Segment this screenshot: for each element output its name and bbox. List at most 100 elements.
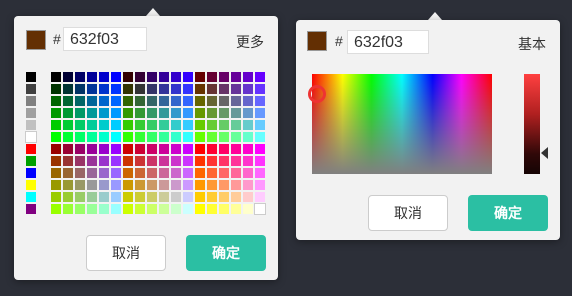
- palette-color-swatch[interactable]: [171, 84, 181, 94]
- palette-color-swatch[interactable]: [255, 132, 265, 142]
- palette-color-swatch[interactable]: [75, 156, 85, 166]
- palette-color-swatch[interactable]: [207, 120, 217, 130]
- palette-color-swatch[interactable]: [255, 84, 265, 94]
- palette-color-swatch[interactable]: [63, 120, 73, 130]
- palette-color-swatch[interactable]: [99, 132, 109, 142]
- palette-color-swatch[interactable]: [183, 156, 193, 166]
- spectrum-picker-handle[interactable]: [308, 85, 326, 103]
- palette-color-swatch[interactable]: [51, 180, 61, 190]
- palette-color-swatch[interactable]: [231, 180, 241, 190]
- palette-color-swatch[interactable]: [159, 108, 169, 118]
- palette-color-swatch[interactable]: [243, 72, 253, 82]
- palette-color-swatch[interactable]: [219, 192, 229, 202]
- basic-color-swatch[interactable]: [26, 168, 36, 178]
- palette-color-swatch[interactable]: [195, 192, 205, 202]
- palette-color-swatch[interactable]: [255, 144, 265, 154]
- palette-color-swatch[interactable]: [87, 120, 97, 130]
- basic-color-swatch[interactable]: [26, 192, 36, 202]
- palette-color-swatch[interactable]: [99, 96, 109, 106]
- palette-color-swatch[interactable]: [123, 72, 133, 82]
- palette-color-swatch[interactable]: [243, 156, 253, 166]
- palette-color-swatch[interactable]: [111, 180, 121, 190]
- palette-color-swatch[interactable]: [195, 108, 205, 118]
- palette-color-swatch[interactable]: [87, 96, 97, 106]
- palette-color-swatch[interactable]: [75, 72, 85, 82]
- palette-color-swatch[interactable]: [219, 180, 229, 190]
- palette-color-swatch[interactable]: [123, 180, 133, 190]
- palette-color-swatch[interactable]: [87, 108, 97, 118]
- palette-color-swatch[interactable]: [159, 72, 169, 82]
- palette-color-swatch[interactable]: [63, 144, 73, 154]
- right-cancel-button[interactable]: 取消: [368, 195, 448, 231]
- palette-color-swatch[interactable]: [87, 156, 97, 166]
- palette-color-swatch[interactable]: [195, 180, 205, 190]
- right-ok-button[interactable]: 确定: [468, 195, 548, 231]
- palette-color-swatch[interactable]: [159, 132, 169, 142]
- palette-color-swatch[interactable]: [159, 96, 169, 106]
- palette-color-swatch[interactable]: [207, 192, 217, 202]
- palette-color-swatch[interactable]: [147, 180, 157, 190]
- palette-color-swatch[interactable]: [207, 72, 217, 82]
- palette-color-swatch[interactable]: [195, 156, 205, 166]
- palette-color-swatch[interactable]: [231, 168, 241, 178]
- palette-color-swatch[interactable]: [147, 156, 157, 166]
- palette-color-swatch[interactable]: [51, 156, 61, 166]
- palette-color-swatch[interactable]: [75, 96, 85, 106]
- palette-color-swatch[interactable]: [147, 204, 157, 214]
- palette-color-swatch[interactable]: [147, 132, 157, 142]
- palette-color-swatch[interactable]: [231, 84, 241, 94]
- palette-color-swatch[interactable]: [207, 108, 217, 118]
- palette-color-swatch[interactable]: [99, 204, 109, 214]
- palette-color-swatch[interactable]: [63, 132, 73, 142]
- palette-color-swatch[interactable]: [243, 108, 253, 118]
- palette-color-swatch[interactable]: [99, 168, 109, 178]
- palette-color-swatch[interactable]: [195, 144, 205, 154]
- palette-color-swatch[interactable]: [183, 120, 193, 130]
- palette-color-swatch[interactable]: [135, 120, 145, 130]
- palette-color-swatch[interactable]: [219, 84, 229, 94]
- palette-color-swatch[interactable]: [135, 108, 145, 118]
- palette-color-swatch[interactable]: [171, 108, 181, 118]
- palette-color-swatch[interactable]: [195, 132, 205, 142]
- palette-color-swatch[interactable]: [135, 180, 145, 190]
- palette-color-swatch[interactable]: [207, 156, 217, 166]
- palette-color-swatch[interactable]: [51, 108, 61, 118]
- palette-color-swatch[interactable]: [183, 204, 193, 214]
- palette-color-swatch[interactable]: [51, 144, 61, 154]
- palette-color-swatch[interactable]: [207, 96, 217, 106]
- palette-color-swatch[interactable]: [51, 204, 61, 214]
- palette-color-swatch[interactable]: [171, 168, 181, 178]
- palette-color-swatch[interactable]: [75, 180, 85, 190]
- palette-color-swatch[interactable]: [123, 168, 133, 178]
- palette-color-swatch[interactable]: [219, 168, 229, 178]
- palette-color-swatch[interactable]: [171, 192, 181, 202]
- basic-color-swatch[interactable]: [26, 180, 36, 190]
- palette-color-swatch[interactable]: [75, 192, 85, 202]
- palette-color-swatch[interactable]: [87, 192, 97, 202]
- palette-color-swatch[interactable]: [243, 84, 253, 94]
- palette-color-swatch[interactable]: [219, 144, 229, 154]
- palette-color-swatch[interactable]: [171, 96, 181, 106]
- palette-color-swatch[interactable]: [147, 84, 157, 94]
- palette-color-swatch[interactable]: [255, 108, 265, 118]
- palette-color-swatch[interactable]: [243, 96, 253, 106]
- palette-color-swatch[interactable]: [243, 132, 253, 142]
- left-more-colors-toggle[interactable]: 更多: [236, 32, 264, 52]
- palette-color-swatch[interactable]: [63, 168, 73, 178]
- palette-color-swatch[interactable]: [147, 96, 157, 106]
- palette-color-swatch[interactable]: [159, 192, 169, 202]
- palette-color-swatch[interactable]: [219, 156, 229, 166]
- palette-color-swatch[interactable]: [231, 96, 241, 106]
- palette-color-swatch[interactable]: [87, 84, 97, 94]
- palette-color-swatch[interactable]: [219, 108, 229, 118]
- palette-color-swatch[interactable]: [51, 192, 61, 202]
- palette-color-swatch[interactable]: [87, 204, 97, 214]
- palette-color-swatch[interactable]: [207, 132, 217, 142]
- palette-color-swatch[interactable]: [99, 108, 109, 118]
- palette-color-swatch[interactable]: [123, 204, 133, 214]
- palette-color-swatch[interactable]: [243, 180, 253, 190]
- palette-color-swatch[interactable]: [147, 192, 157, 202]
- basic-color-swatch[interactable]: [26, 144, 36, 154]
- palette-color-swatch[interactable]: [219, 72, 229, 82]
- basic-color-swatch[interactable]: [26, 108, 36, 118]
